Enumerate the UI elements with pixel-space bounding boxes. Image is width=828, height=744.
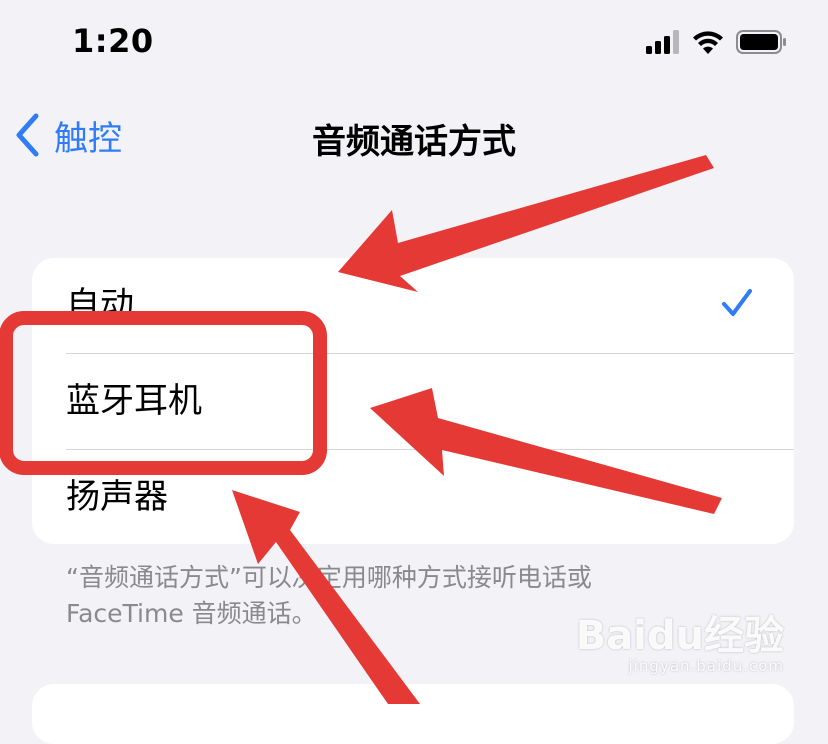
next-settings-group bbox=[32, 684, 794, 744]
cellular-signal-icon bbox=[646, 30, 679, 54]
watermark-url: jingyan.baidu.com bbox=[628, 657, 784, 675]
wifi-icon bbox=[693, 31, 723, 54]
option-label: 蓝牙耳机 bbox=[66, 381, 202, 421]
watermark-logo: Baidu经验 bbox=[575, 613, 784, 659]
status-time: 1:20 bbox=[72, 22, 154, 60]
navigation-bar: 触控 音频通话方式 bbox=[0, 98, 828, 178]
option-speaker[interactable]: 扬声器 bbox=[32, 450, 794, 544]
footnote-line-1: “音频通话方式”可以决定用哪种方式接听电话或 bbox=[66, 563, 592, 592]
option-bluetooth-headset[interactable]: 蓝牙耳机 bbox=[32, 354, 794, 449]
page-title: 音频通话方式 bbox=[312, 122, 516, 162]
checkmark-icon bbox=[722, 289, 752, 316]
battery-icon bbox=[736, 30, 786, 54]
status-bar: 1:20 bbox=[0, 0, 828, 90]
option-label: 扬声器 bbox=[66, 477, 168, 517]
option-automatic[interactable]: 自动 bbox=[32, 258, 794, 353]
baidu-watermark: Baidu经验 jingyan.baidu.com bbox=[576, 616, 784, 676]
option-label: 自动 bbox=[66, 285, 134, 325]
call-audio-routing-options: 自动 蓝牙耳机 扬声器 bbox=[32, 258, 794, 544]
